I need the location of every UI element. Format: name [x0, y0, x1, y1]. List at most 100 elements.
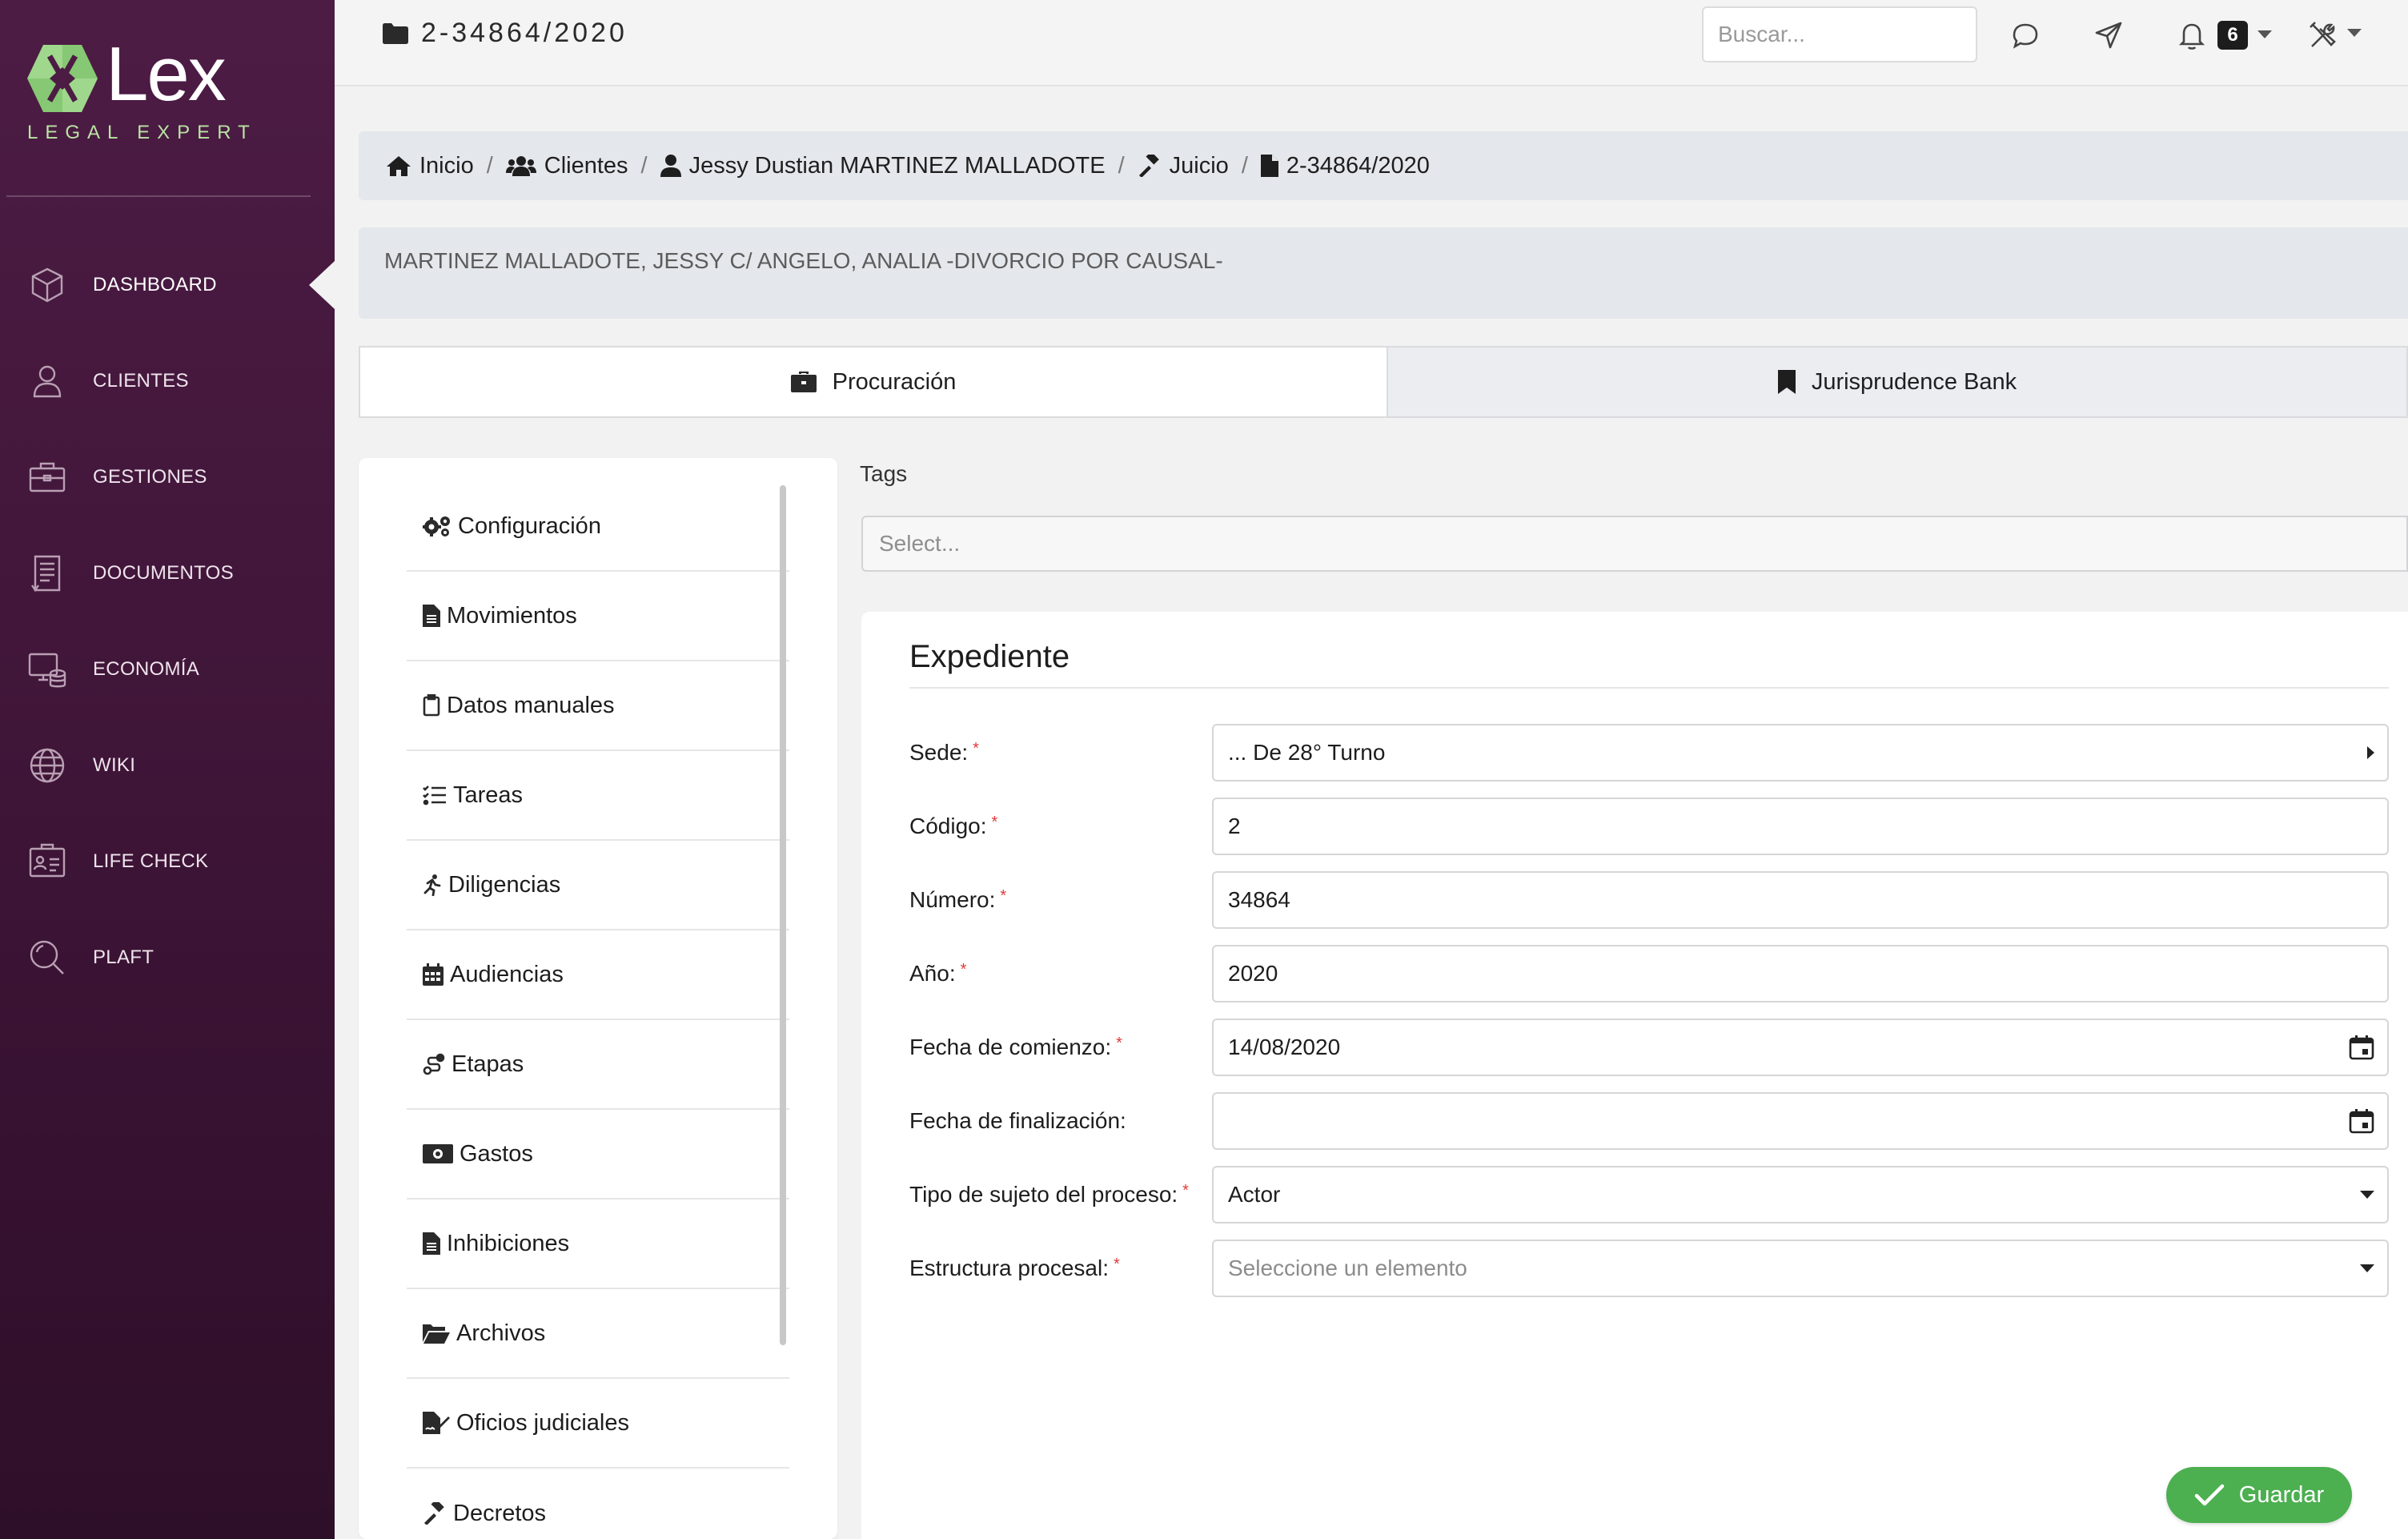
calendar-icon[interactable] — [2349, 1108, 2374, 1134]
menu-scrollbar[interactable] — [780, 485, 786, 1345]
calendar-icon[interactable] — [2349, 1035, 2374, 1060]
notifications-caret-icon[interactable] — [2258, 30, 2272, 38]
menu-item-oficios-judiciales[interactable]: Oficios judiciales — [407, 1379, 789, 1469]
file-signature-icon — [423, 1412, 450, 1434]
file-icon — [1260, 155, 1278, 177]
sidebar-item-clientes[interactable]: CLIENTES — [0, 333, 335, 429]
menu-item-diligencias[interactable]: Diligencias — [407, 841, 789, 930]
menu-item-gastos[interactable]: Gastos — [407, 1110, 789, 1199]
case-menu-panel: Configuración Movimientos Datos manuales… — [359, 458, 837, 1539]
numero-label: Número: * — [909, 887, 1007, 912]
menu-item-label: Oficios judiciales — [456, 1409, 629, 1436]
breadcrumb-item-case[interactable]: 2-34864/2020 — [1260, 153, 1430, 179]
cube-icon — [31, 267, 63, 303]
field-row-anio: Año: * — [909, 945, 2389, 1003]
fecha-finalizacion-input[interactable] — [1212, 1092, 2389, 1150]
field-row-fecha-comienzo: Fecha de comienzo: * 14/08/2020 — [909, 1019, 2389, 1076]
sidebar-item-economia[interactable]: ECONOMÍA — [0, 621, 335, 717]
file-text-icon — [423, 1232, 440, 1255]
fecha-comienzo-value: 14/08/2020 — [1228, 1035, 1341, 1059]
breadcrumb-separator: / — [486, 152, 493, 179]
sidebar-item-gestiones[interactable]: GESTIONES — [0, 429, 335, 525]
sidebar-nav: DASHBOARD CLIENTES GESTIONES DOCUMENTOS — [0, 237, 335, 1006]
menu-item-label: Etapas — [451, 1051, 524, 1077]
save-button[interactable]: Guardar — [2166, 1467, 2352, 1523]
tipo-sujeto-select[interactable]: Actor — [1212, 1166, 2389, 1224]
send-icon[interactable] — [2093, 19, 2125, 51]
file-text-icon — [423, 605, 440, 627]
menu-item-label: Diligencias — [448, 871, 561, 898]
top-bar: 2-34864/2020 6 — [335, 0, 2408, 86]
sede-select[interactable]: ... De 28° Turno — [1212, 724, 2389, 782]
codigo-input[interactable] — [1212, 798, 2389, 855]
lex-logo-icon — [27, 45, 98, 112]
menu-item-label: Audiencias — [450, 961, 564, 987]
tasks-icon — [423, 786, 446, 806]
sidebar-item-label: DASHBOARD — [93, 274, 217, 295]
folder-open-icon — [423, 1324, 450, 1344]
sidebar-item-life-check[interactable]: LIFE CHECK — [0, 814, 335, 910]
menu-item-inhibiciones[interactable]: Inhibiciones — [407, 1199, 789, 1289]
tab-jurisprudence-bank[interactable]: Jurisprudence Bank — [1388, 346, 2408, 418]
tab-procuracion[interactable]: Procuración — [359, 346, 1388, 418]
menu-item-audiencias[interactable]: Audiencias — [407, 930, 789, 1020]
menu-item-decretos[interactable]: Decretos — [407, 1469, 789, 1539]
sidebar-item-label: CLIENTES — [93, 370, 189, 392]
tab-label: Jurisprudence Bank — [1811, 368, 2017, 395]
menu-item-archivos[interactable]: Archivos — [407, 1289, 789, 1379]
calendar-icon — [423, 963, 443, 986]
estructura-procesal-select[interactable]: Seleccione un elemento — [1212, 1240, 2389, 1297]
notification-badge[interactable]: 6 — [2217, 21, 2248, 50]
settings-caret-icon[interactable] — [2347, 29, 2362, 37]
expand-right-icon[interactable] — [2367, 746, 2374, 759]
tools-icon[interactable] — [2307, 19, 2339, 51]
anio-input[interactable] — [1212, 945, 2389, 1003]
sidebar-item-label: WIKI — [93, 754, 136, 776]
sidebar-divider — [6, 195, 311, 197]
sidebar-item-dashboard[interactable]: DASHBOARD — [0, 237, 335, 333]
breadcrumb-label: Inicio — [419, 152, 474, 179]
tags-label: Tags — [860, 461, 908, 486]
menu-item-movimientos[interactable]: Movimientos — [407, 572, 789, 661]
bell-icon[interactable] — [2176, 19, 2208, 51]
expediente-form: Expediente Sede: * ... De 28° Turno Códig… — [861, 612, 2408, 1539]
clipboard-icon — [423, 694, 440, 717]
tags-select[interactable]: Select... — [861, 516, 2408, 572]
gavel-icon — [1138, 155, 1159, 177]
briefcase-icon — [790, 372, 817, 392]
running-icon — [423, 874, 441, 896]
breadcrumb-separator: / — [1241, 152, 1248, 179]
tab-bar: Procuración Jurisprudence Bank — [359, 346, 2408, 418]
bookmark-icon — [1777, 370, 1796, 394]
breadcrumb: Inicio / Clientes / Jessy Dustian MARTIN… — [359, 131, 2408, 200]
menu-item-etapas[interactable]: Etapas — [407, 1020, 789, 1110]
sede-label: Sede: * — [909, 740, 979, 765]
menu-item-label: Movimientos — [447, 602, 577, 629]
field-row-numero: Número: * — [909, 871, 2389, 929]
chevron-down-icon[interactable] — [2360, 1191, 2374, 1199]
breadcrumb-separator: / — [640, 152, 648, 179]
menu-item-label: Datos manuales — [447, 692, 615, 718]
tipo-sujeto-label: Tipo de sujeto del proceso: * — [909, 1182, 1189, 1207]
sidebar-item-documentos[interactable]: DOCUMENTOS — [0, 525, 335, 621]
chevron-down-icon[interactable] — [2360, 1264, 2374, 1272]
chat-icon[interactable] — [2009, 19, 2041, 51]
breadcrumb-item-juicio[interactable]: Juicio — [1138, 153, 1229, 179]
breadcrumb-item-clientes[interactable]: Clientes — [505, 153, 628, 179]
breadcrumb-item-inicio[interactable]: Inicio — [386, 153, 474, 179]
menu-item-datos-manuales[interactable]: Datos manuales — [407, 661, 789, 751]
anio-label: Año: * — [909, 961, 967, 986]
numero-input[interactable] — [1212, 871, 2389, 929]
sidebar-item-wiki[interactable]: WIKI — [0, 717, 335, 814]
active-indicator — [309, 261, 335, 309]
menu-item-tareas[interactable]: Tareas — [407, 751, 789, 841]
breadcrumb-label: Juicio — [1169, 152, 1229, 179]
fecha-comienzo-input[interactable]: 14/08/2020 — [1212, 1019, 2389, 1076]
field-row-sede: Sede: * ... De 28° Turno — [909, 724, 2389, 782]
breadcrumb-item-client[interactable]: Jessy Dustian MARTINEZ MALLADOTE — [660, 153, 1106, 179]
menu-item-label: Decretos — [453, 1500, 547, 1526]
search-input[interactable] — [1702, 6, 1977, 62]
menu-item-configuracion[interactable]: Configuración — [407, 482, 789, 572]
sidebar-item-plaft[interactable]: PLAFT — [0, 910, 335, 1006]
fecha-comienzo-label: Fecha de comienzo: * — [909, 1035, 1122, 1059]
